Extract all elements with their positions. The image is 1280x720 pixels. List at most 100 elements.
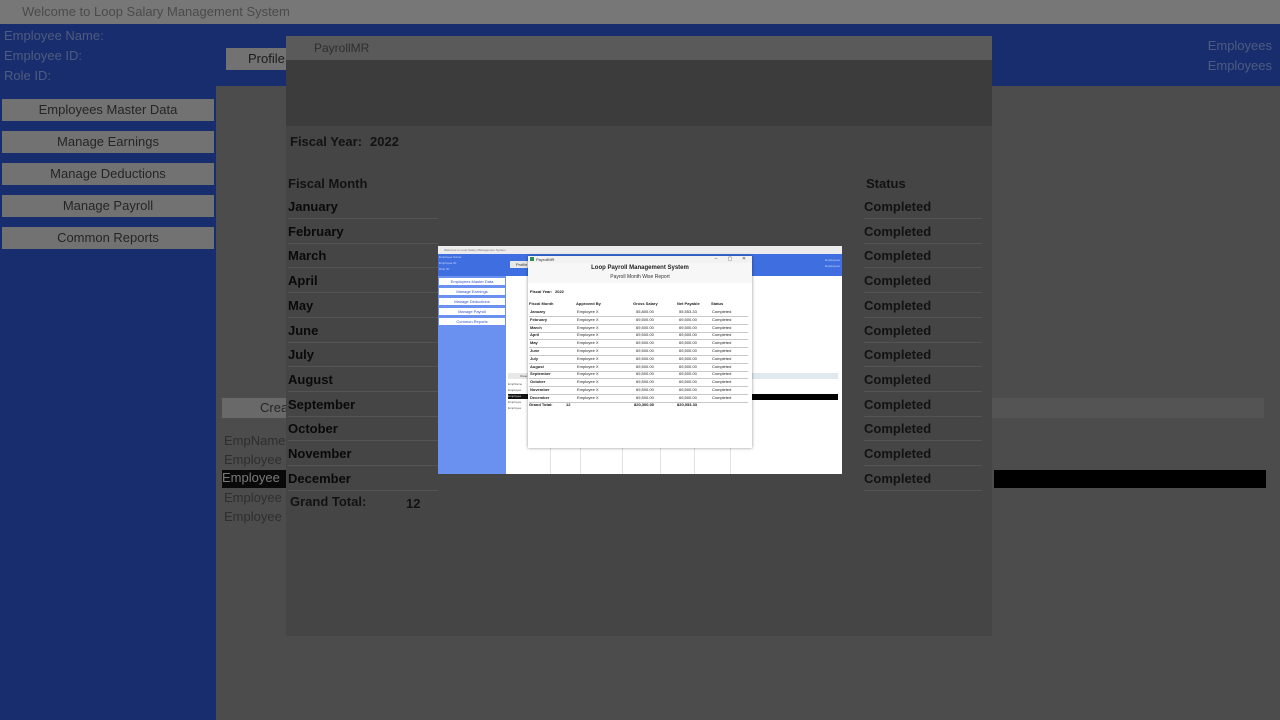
create-button[interactable]: Crea: [508, 373, 530, 379]
bg-row-month: January: [288, 196, 438, 219]
bg-emp-item: Employee: [224, 490, 282, 505]
window-title: Welcome to Loop Salary Management System: [438, 246, 842, 254]
grid-line: [550, 446, 551, 474]
sidebar-item-manage-earnings[interactable]: Manage Earnings: [439, 288, 505, 295]
bg-role-id-label: Role ID:: [4, 68, 51, 83]
bg-row-month: June: [288, 320, 438, 343]
bg-row-month: March: [288, 245, 438, 269]
bg-sidebar-item: Manage Deductions: [2, 163, 214, 185]
cell-month: August: [530, 363, 544, 369]
emp-list-item[interactable]: Employee: [508, 400, 521, 404]
cell-status: Completed: [712, 387, 732, 392]
bg-header-right-2: Employees: [1207, 58, 1272, 73]
selected-row-bar: [750, 394, 838, 400]
bg-dialog-title: PayrollMR: [286, 36, 992, 60]
bg-fiscal-year-label: Fiscal Year:: [290, 134, 363, 149]
maximize-icon[interactable]: ▢: [726, 256, 734, 263]
cell-gross: 69,500.00: [636, 340, 654, 346]
cell-approved-by: Employee X: [577, 387, 599, 392]
cell-month: February: [530, 316, 548, 322]
bg-grand-total-count: 12: [406, 496, 421, 511]
grand-total-label: Grand Total:: [529, 402, 553, 407]
cell-status: Completed: [712, 340, 732, 346]
cell-net: 69,500.00: [679, 394, 697, 400]
report-title: Loop Payroll Management System: [591, 265, 689, 271]
cell-gross: 69,500.00: [636, 316, 654, 322]
header-right-2: Employees: [825, 264, 840, 268]
bg-selected-bar: [994, 470, 1266, 488]
bg-row-month: February: [288, 221, 438, 244]
app-window: Welcome to Loop Salary Management System…: [438, 246, 842, 474]
column-header-approved-by: Approved By: [576, 301, 601, 306]
bg-sidebar-item: Common Reports: [2, 227, 214, 249]
cell-approved-by: Employee X: [577, 348, 599, 353]
bg-grand-total-label: Grand Total:: [290, 494, 367, 509]
sidebar-item-manage-payroll[interactable]: Manage Payroll: [439, 308, 505, 315]
profile-tab[interactable]: Profile: [510, 261, 530, 268]
employee-name-label: Employee Name:: [439, 255, 463, 259]
cell-month: October: [530, 379, 546, 385]
cell-approved-by: Employee X: [577, 371, 599, 377]
cell-net: 69,500.00: [679, 387, 697, 392]
cell-month: April: [530, 332, 540, 338]
bg-row-month: May: [288, 295, 438, 318]
bg-fiscal-year-value: 2022: [370, 134, 399, 149]
bg-row-status: Completed: [864, 369, 982, 392]
cell-approved-by: Employee X: [577, 363, 599, 369]
cell-status: Completed: [712, 348, 732, 353]
bg-band: [992, 398, 1264, 418]
bg-header-right-1: Employees: [1207, 38, 1272, 53]
grid-line: [622, 446, 623, 474]
bg-col-month: Fiscal Month: [288, 176, 368, 191]
column-header-month: Fiscal Month: [529, 301, 554, 306]
role-id-label: Role ID:: [439, 267, 450, 271]
cell-status: Completed: [712, 316, 732, 322]
emp-list-item[interactable]: EmpName: [508, 382, 522, 386]
bg-profile-tab: Profile: [226, 48, 290, 70]
bg-dialog-header: [286, 60, 992, 126]
cell-net: 69,500.00: [679, 379, 697, 385]
sidebar-item-manage-deductions[interactable]: Manage Deductions: [439, 298, 505, 305]
cell-gross: 69,500.00: [636, 379, 654, 385]
bg-row-status: Completed: [864, 394, 982, 417]
grid-line: [694, 446, 695, 474]
cell-month: November: [530, 387, 550, 392]
bg-row-status: Completed: [864, 443, 982, 466]
sidebar-item-employees-master-data[interactable]: Employees Master Data: [439, 278, 505, 285]
sidebar-item-common-reports[interactable]: Common Reports: [439, 318, 505, 325]
cell-approved-by: Employee X: [577, 394, 599, 400]
payroll-report-dialog: PayrollMR – ▢ ✕ Loop Payroll Management …: [528, 256, 752, 448]
cell-approved-by: Employee X: [577, 379, 599, 385]
cell-status: Completed: [712, 379, 732, 385]
cell-gross: 69,500.00: [636, 324, 654, 330]
cell-approved-by: Employee X: [577, 340, 599, 346]
emp-list-item-selected[interactable]: Employee: [508, 394, 528, 399]
grand-total-gross: 820,300.00: [634, 402, 655, 407]
bg-row-status: Completed: [864, 418, 982, 442]
cell-net: 69,500.00: [679, 324, 697, 330]
emp-list-item[interactable]: Employee: [508, 406, 521, 410]
cell-net: 69,500.00: [679, 363, 697, 369]
minimize-icon[interactable]: –: [712, 256, 720, 263]
cell-month: March: [530, 324, 542, 330]
cell-month: December: [530, 394, 550, 400]
cell-month: September: [530, 371, 551, 377]
cell-net: 69,500.00: [679, 371, 697, 377]
emp-list-item[interactable]: Employee: [508, 388, 521, 392]
column-header-status: Status: [711, 301, 724, 306]
bg-row-status: Completed: [864, 468, 982, 491]
fiscal-year-value: 2022: [555, 289, 564, 294]
close-icon[interactable]: ✕: [740, 256, 748, 263]
grid-line: [580, 446, 581, 474]
cell-month: January: [530, 309, 546, 314]
grid-line: [730, 446, 731, 474]
bg-row-month: November: [288, 443, 438, 466]
cell-approved-by: Employee X: [577, 332, 599, 338]
bg-row-status: Completed: [864, 221, 982, 244]
bg-window-title: Welcome to Loop Salary Management System: [0, 0, 1280, 24]
cell-net: 69,500.00: [679, 348, 697, 353]
list-header-band: [752, 373, 838, 379]
bg-employee-id-label: Employee ID:: [4, 48, 83, 63]
employee-id-label: Employee ID:: [439, 261, 458, 265]
bg-row-status: Completed: [864, 344, 982, 368]
